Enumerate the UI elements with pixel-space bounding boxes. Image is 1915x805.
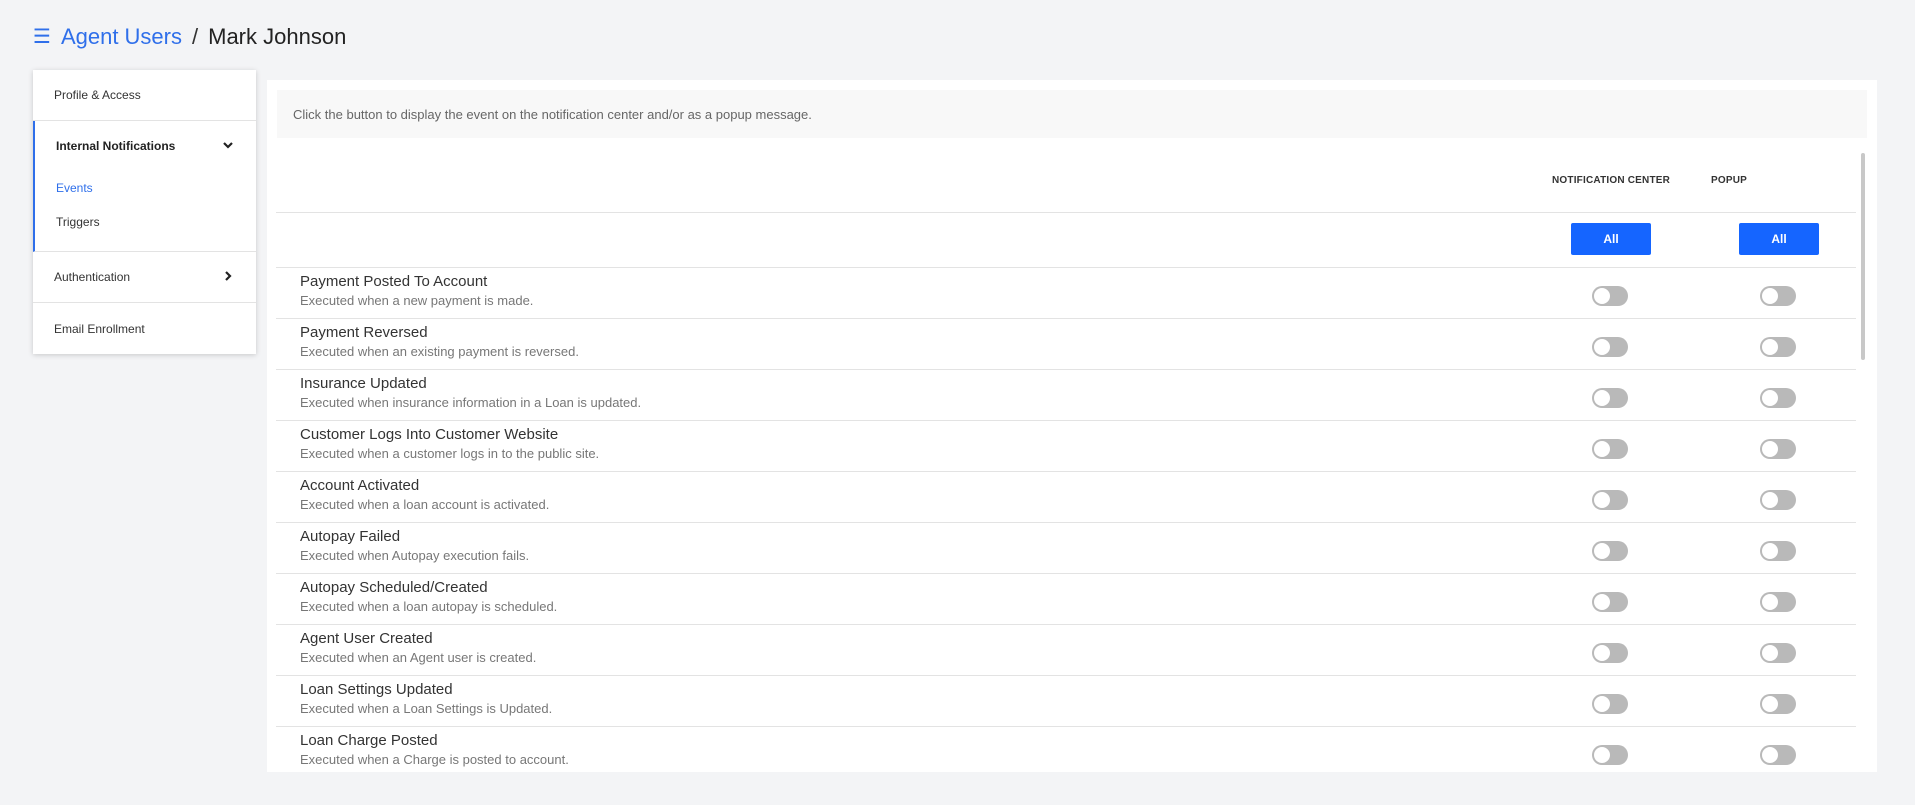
sidebar-subitem-triggers[interactable]: Triggers [35, 205, 256, 239]
sidebar-group-internal-notifications: Internal Notifications Events Triggers [33, 121, 256, 252]
notification-center-toggle[interactable] [1592, 592, 1628, 612]
table-row: Autopay Failed Executed when Autopay exec… [276, 523, 1856, 574]
notification-center-toggle[interactable] [1592, 490, 1628, 510]
event-name: Autopay Scheduled/Created [300, 579, 488, 596]
sidebar-item-label: Email Enrollment [54, 321, 145, 336]
notification-center-toggle[interactable] [1592, 745, 1628, 765]
sidebar-item-authentication[interactable]: Authentication [33, 252, 256, 303]
event-name: Agent User Created [300, 630, 433, 647]
table-row: Autopay Scheduled/Created Executed when a… [276, 574, 1856, 625]
notification-center-all-button[interactable]: All [1571, 223, 1651, 255]
page-title: Mark Johnson [208, 24, 347, 49]
breadcrumb-separator: / [192, 24, 199, 49]
event-description: Executed when an existing payment is rev… [300, 344, 579, 359]
table-row: Customer Logs Into Customer Website Execu… [276, 421, 1856, 472]
table-row: Loan Settings Updated Executed when a Loa… [276, 676, 1856, 727]
sidebar-item-label: Internal Notifications [56, 139, 176, 153]
breadcrumb-header: ☰ Agent Users / Mark Johnson [33, 24, 346, 50]
notification-center-toggle[interactable] [1592, 541, 1628, 561]
event-description: Executed when Autopay execution fails. [300, 548, 530, 563]
popup-toggle[interactable] [1760, 745, 1796, 765]
events-panel: Click the button to display the event on… [267, 80, 1877, 772]
sidebar-item-internal-notifications[interactable]: Internal Notifications [35, 121, 256, 171]
popup-toggle[interactable] [1760, 694, 1796, 714]
popup-all-button[interactable]: All [1739, 223, 1819, 255]
column-header-popup: POPUP [1711, 175, 1748, 186]
popup-toggle[interactable] [1760, 541, 1796, 561]
event-name: Account Activated [300, 477, 420, 494]
scrollbar[interactable] [1861, 153, 1865, 360]
event-name: Customer Logs Into Customer Website [300, 426, 559, 443]
table-row: Agent User Created Executed when an Agent… [276, 625, 1856, 676]
event-description: Executed when a Charge is posted to acco… [300, 752, 569, 767]
popup-toggle[interactable] [1760, 337, 1796, 357]
table-row: Account Activated Executed when a loan ac… [276, 472, 1856, 523]
event-name: Loan Settings Updated [300, 681, 453, 698]
table-row: Insurance Updated Executed when insurance… [276, 370, 1856, 421]
select-all-row: All All [276, 213, 1856, 268]
events-table[interactable]: NOTIFICATION CENTER POPUP All All Paymen… [276, 153, 1856, 772]
event-description: Executed when a Loan Settings is Updated… [300, 701, 553, 716]
event-name: Loan Charge Posted [300, 732, 438, 749]
notification-center-toggle[interactable] [1592, 439, 1628, 459]
notification-center-toggle[interactable] [1592, 694, 1628, 714]
event-name: Insurance Updated [300, 375, 427, 392]
event-name: Payment Reversed [300, 324, 428, 341]
event-name: Autopay Failed [300, 528, 401, 545]
notification-center-toggle[interactable] [1592, 337, 1628, 357]
chevron-down-icon [222, 139, 234, 154]
event-description: Executed when an Agent user is created. [300, 650, 537, 665]
table-header: NOTIFICATION CENTER POPUP [276, 153, 1856, 213]
hamburger-icon[interactable]: ☰ [33, 27, 51, 47]
chevron-right-icon [222, 270, 234, 285]
popup-toggle[interactable] [1760, 643, 1796, 663]
event-description: Executed when a loan account is activate… [300, 497, 550, 512]
breadcrumb-agent-users[interactable]: Agent Users [61, 24, 182, 50]
event-description: Executed when a customer logs in to the … [300, 446, 600, 461]
sidebar-item-label: Authentication [54, 270, 131, 284]
notification-center-toggle[interactable] [1592, 388, 1628, 408]
table-row: Loan Charge Posted Executed when a Charge… [276, 727, 1856, 772]
event-name: Payment Posted To Account [300, 273, 488, 290]
sidebar-item-profile-access[interactable]: Profile & Access [33, 70, 256, 121]
column-header-notification-center: NOTIFICATION CENTER [1552, 175, 1671, 186]
popup-toggle[interactable] [1760, 388, 1796, 408]
popup-toggle[interactable] [1760, 592, 1796, 612]
popup-toggle[interactable] [1760, 286, 1796, 306]
event-description: Executed when a new payment is made. [300, 293, 534, 308]
instruction-hint: Click the button to display the event on… [277, 90, 1867, 138]
sidebar-subitem-events[interactable]: Events [35, 171, 256, 205]
event-description: Executed when insurance information in a… [300, 395, 642, 410]
popup-toggle[interactable] [1760, 439, 1796, 459]
table-row: Payment Posted To Account Executed when a… [276, 268, 1856, 319]
sidebar-item-email-enrollment[interactable]: Email Enrollment [33, 303, 256, 354]
sidebar-item-label: Profile & Access [54, 88, 141, 102]
sidebar: Profile & Access Internal Notifications … [33, 70, 256, 354]
notification-center-toggle[interactable] [1592, 286, 1628, 306]
popup-toggle[interactable] [1760, 490, 1796, 510]
event-description: Executed when a loan autopay is schedule… [300, 599, 558, 614]
notification-center-toggle[interactable] [1592, 643, 1628, 663]
table-row: Payment Reversed Executed when an existin… [276, 319, 1856, 370]
